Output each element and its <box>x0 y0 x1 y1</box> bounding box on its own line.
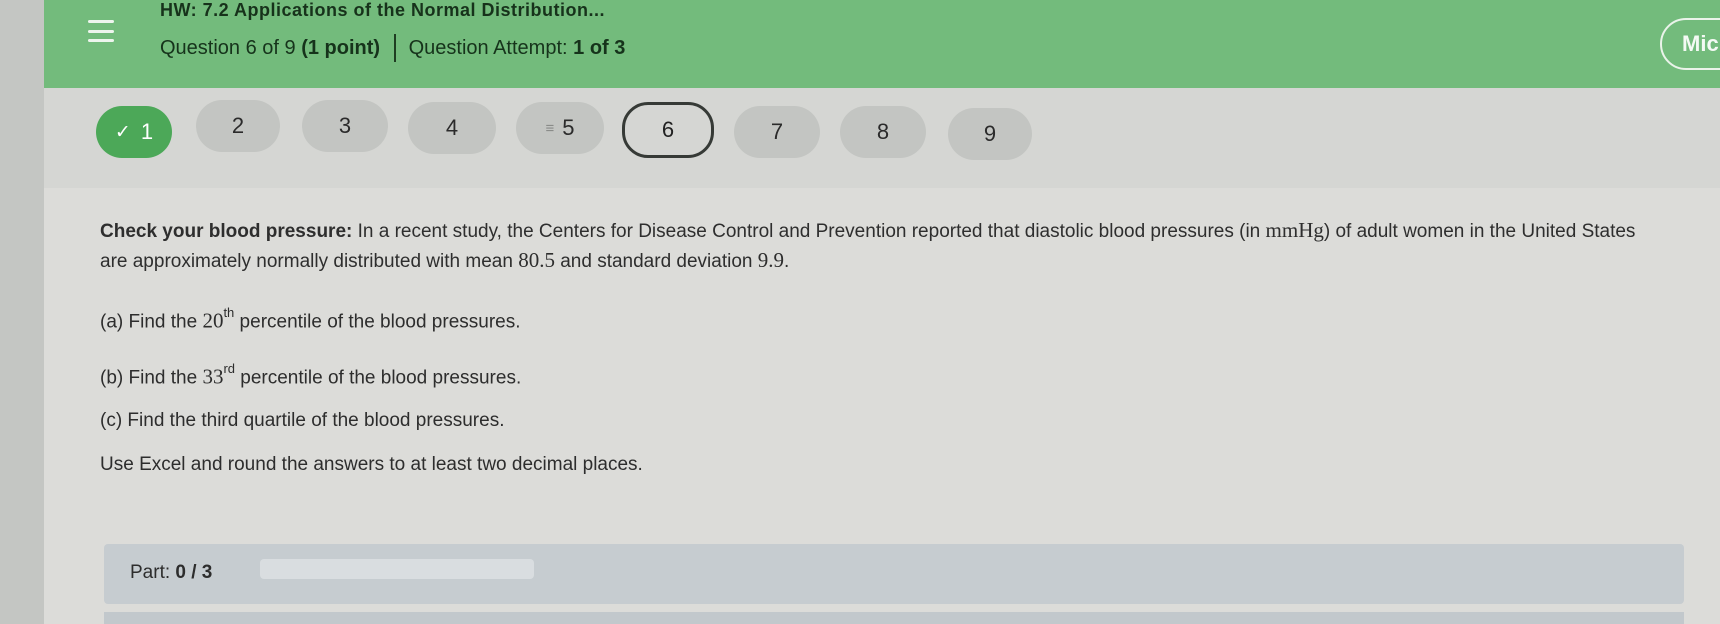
progress-track <box>260 559 534 579</box>
question-nav-9[interactable]: 9 <box>948 108 1032 160</box>
part-value: 0 / 3 <box>175 562 213 583</box>
percentile-number: 20 <box>202 308 224 333</box>
attempt-label: Question Attempt: <box>408 36 568 59</box>
question-nav-7[interactable]: 7 <box>734 106 820 158</box>
question-nav-4[interactable]: 4 <box>408 102 496 154</box>
prompt-text: (b) Find the <box>100 367 203 389</box>
menu-line <box>88 20 114 23</box>
question-nav-label: 8 <box>876 119 890 144</box>
question-nav-1[interactable]: ✓ 1 <box>96 106 172 158</box>
header-divider <box>394 34 396 62</box>
problem-text: and standard deviation <box>554 251 758 272</box>
unit-text: mmHg <box>1265 218 1324 242</box>
menu-line <box>88 29 114 33</box>
question-nav-8[interactable]: 8 <box>840 106 926 158</box>
question-navigation: ✓ 1 2 3 4 ≡ 5 6 7 8 9 <box>44 88 1720 188</box>
question-nav-label: 2 <box>231 113 245 138</box>
part-a-prompt: (a) Find the 20th percentile of the bloo… <box>100 305 521 333</box>
problem-statement: Check your blood pressure: In a recent s… <box>100 216 1660 276</box>
answer-area-top <box>104 612 1684 624</box>
part-progress-bar: Part: 0 / 3 <box>104 544 1684 604</box>
percentile-number: 33 <box>202 364 224 389</box>
question-nav-6[interactable]: 6 <box>622 102 714 158</box>
prompt-text: percentile of the blood pressures. <box>235 367 522 389</box>
ordinal-suffix: rd <box>223 361 235 376</box>
question-nav-2[interactable]: 2 <box>196 100 280 152</box>
question-nav-label: 4 <box>445 115 459 140</box>
question-label: Question 6 of 9 <box>160 36 296 59</box>
question-nav-label: 7 <box>770 119 784 144</box>
prompt-text: percentile of the blood pressures. <box>234 311 521 333</box>
question-nav-label: 9 <box>983 121 997 146</box>
ordinal-suffix: th <box>223 305 235 320</box>
question-points: (1 point) <box>301 36 381 59</box>
problem-lead-bold: Check your blood pressure: <box>100 221 353 242</box>
prompt-text: (a) Find the <box>100 311 203 333</box>
mean-value: 80.5 <box>518 248 555 272</box>
attempt-value: 1 of 3 <box>573 36 626 59</box>
question-nav-3[interactable]: 3 <box>302 100 388 152</box>
problem-intro: Check your blood pressure: In a recent s… <box>100 216 1660 276</box>
problem-text: In a recent study, the Centers for Disea… <box>352 221 1266 242</box>
checkmark-icon: ✓ <box>114 121 131 143</box>
part-indicator: Part: 0 / 3 <box>130 562 212 584</box>
question-nav-label: 5 <box>562 115 575 140</box>
menu-icon[interactable] <box>86 16 116 46</box>
question-content: Check your blood pressure: In a recent s… <box>44 188 1720 624</box>
question-nav-label: 6 <box>661 117 675 142</box>
flag-icon: ≡ <box>545 119 555 137</box>
question-nav-label: 1 <box>140 119 154 144</box>
question-nav-label: 3 <box>338 113 352 138</box>
menu-line <box>88 39 114 42</box>
part-b-prompt: (b) Find the 33rd percentile of the bloo… <box>100 361 522 389</box>
instructions-text: Use Excel and round the answers to at le… <box>100 454 643 475</box>
mic-button[interactable]: Mic <box>1660 18 1720 70</box>
question-info: Question 6 of 9 (1 point) Question Attem… <box>160 34 625 62</box>
left-edge-strip <box>0 0 46 624</box>
sd-value: 9.9 <box>757 248 784 272</box>
assignment-title: HW: 7.2 Applications of the Normal Distr… <box>160 0 606 20</box>
question-nav-5[interactable]: ≡ 5 <box>516 102 604 154</box>
part-c-prompt: (c) Find the third quartile of the blood… <box>100 410 505 431</box>
app-header: HW: 7.2 Applications of the Normal Distr… <box>44 0 1720 88</box>
problem-text: . <box>784 251 790 272</box>
part-label: Part: <box>130 562 171 583</box>
